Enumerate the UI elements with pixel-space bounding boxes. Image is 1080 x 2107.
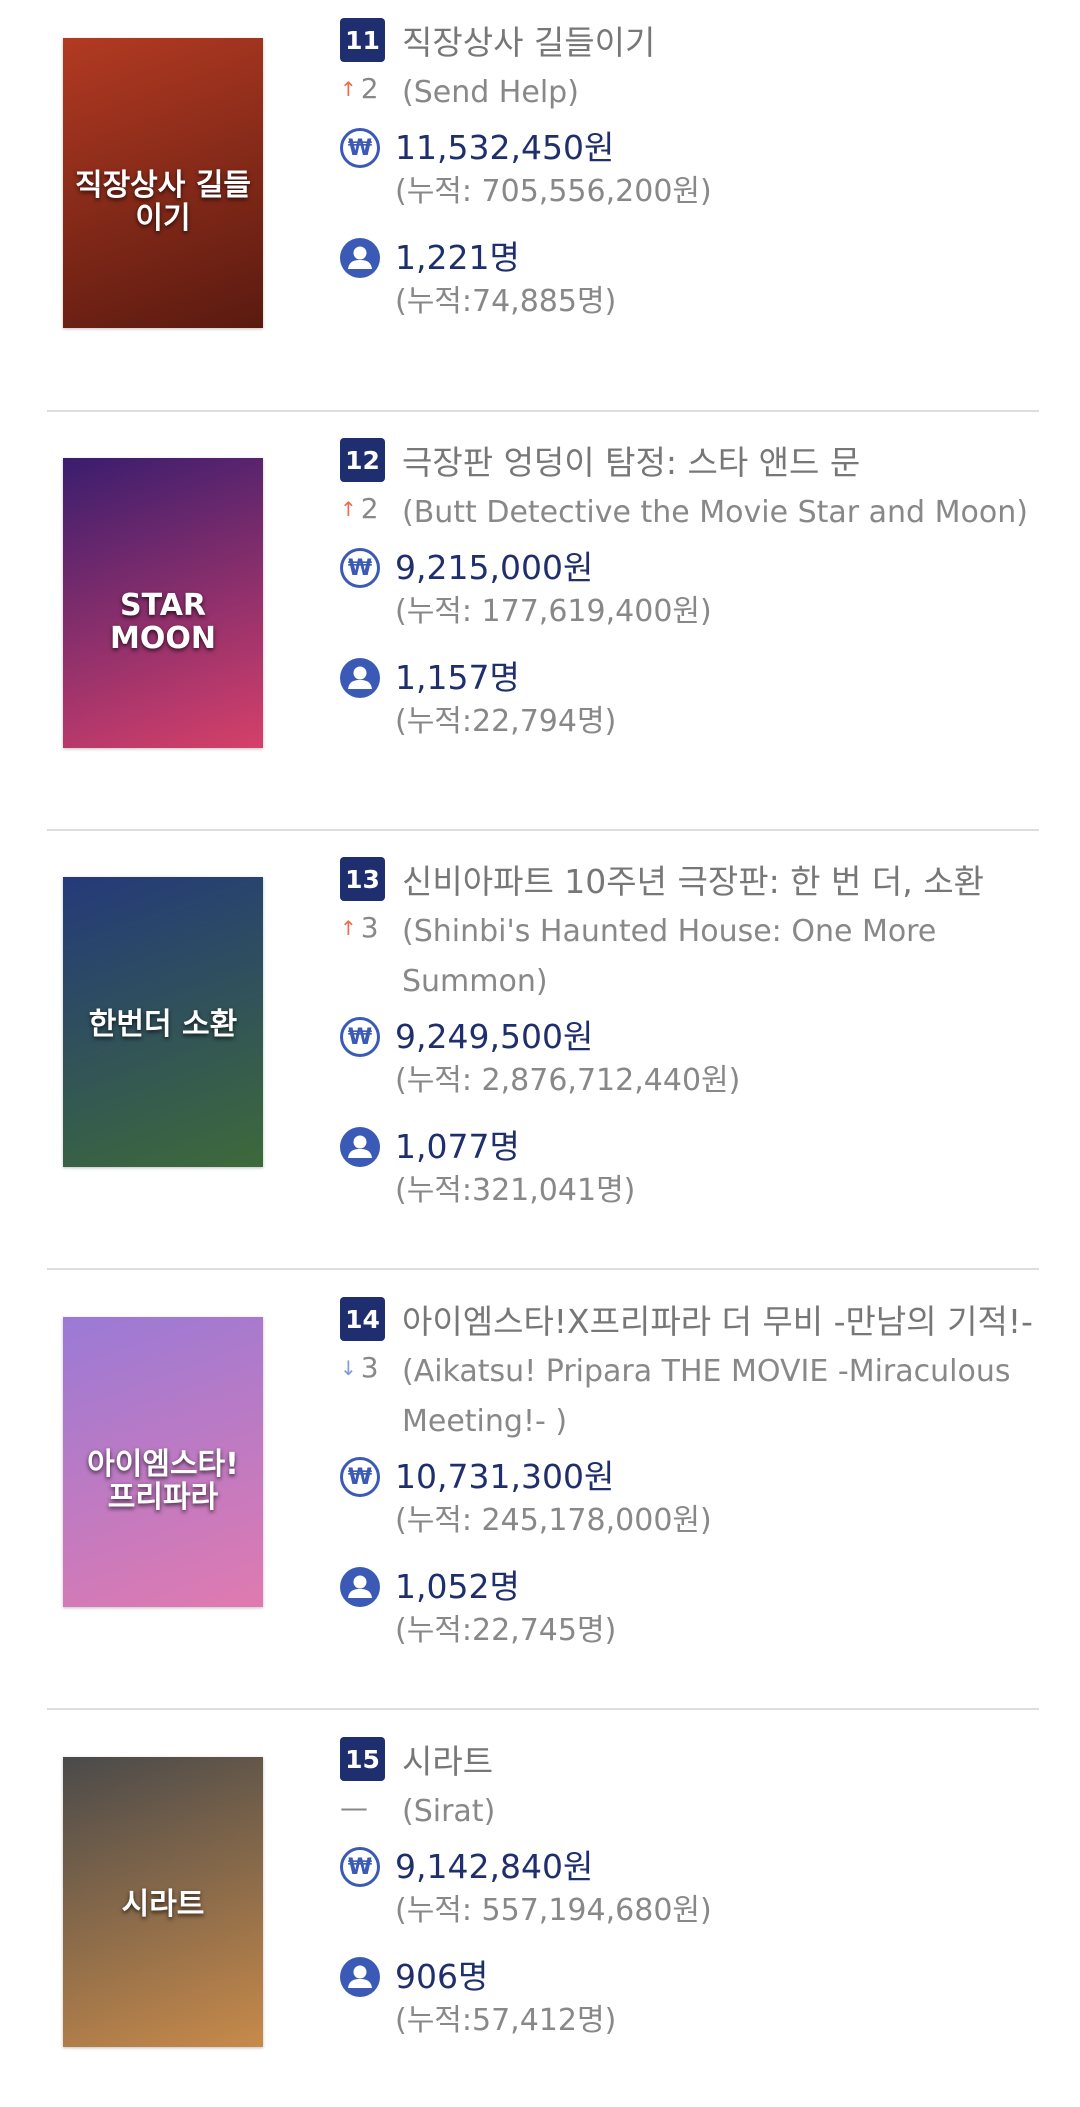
won-icon: ₩ <box>340 1457 380 1497</box>
list-divider <box>47 829 1039 831</box>
movie-poster[interactable]: 시라트 <box>63 1757 263 2047</box>
person-icon <box>340 658 380 698</box>
movie-poster[interactable]: 직장상사 길들이기 <box>63 38 263 328</box>
list-divider <box>47 1708 1039 1710</box>
rank-change-value: — <box>340 1791 368 1824</box>
rank-badge: 14 <box>340 1297 385 1341</box>
daily-audience: 1,052명 <box>395 1567 520 1606</box>
arrow-up-icon: ↑ <box>340 496 357 521</box>
person-icon <box>340 238 380 278</box>
cumulative-audience: (누적:22,745명) <box>395 1613 617 1648</box>
rank-change-value: 3 <box>360 1351 379 1384</box>
movie-title-korean[interactable]: 극장판 엉덩이 탐정: 스타 앤드 문 <box>402 438 860 482</box>
cumulative-sales: (누적: 245,178,000원) <box>395 1503 712 1538</box>
won-icon: ₩ <box>340 1847 380 1887</box>
movie-title-english: (Send Help) <box>402 75 579 110</box>
daily-sales: 9,215,000원 <box>395 548 594 587</box>
arrow-down-icon: ↓ <box>340 1355 357 1380</box>
list-divider <box>47 1268 1039 1270</box>
movie-title-english: (Sirat) <box>402 1794 496 1829</box>
cumulative-sales: (누적: 557,194,680원) <box>395 1893 712 1928</box>
cumulative-audience: (누적:321,041명) <box>395 1173 636 1208</box>
poster-title-text: 아이엠스타! 프리파라 <box>87 1446 239 1515</box>
movie-title-korean[interactable]: 신비아파트 10주년 극장판: 한 번 더, 소환 <box>402 857 984 901</box>
movie-title-english: (Shinbi's Haunted House: One More Summon… <box>402 914 937 999</box>
movie-title-korean[interactable]: 직장상사 길들이기 <box>402 18 655 62</box>
person-icon <box>340 1957 380 1997</box>
daily-audience: 1,157명 <box>395 658 520 697</box>
movie-list-item[interactable]: 직장상사 길들이기 11 직장상사 길들이기 ↑ 2 (Send Help) ₩… <box>47 18 1039 378</box>
poster-title-text: 한번더 소환 <box>88 1006 238 1042</box>
rank-change: — <box>340 1791 390 1824</box>
rank-change: ↑ 2 <box>340 72 390 105</box>
movie-poster[interactable]: STAR MOON <box>63 458 263 748</box>
movie-title-korean[interactable]: 시라트 <box>402 1737 493 1781</box>
person-icon <box>340 1127 380 1167</box>
rank-change-value: 2 <box>360 72 379 105</box>
rank-change: ↓ 3 <box>340 1351 390 1384</box>
movie-list-item[interactable]: 시라트 15 시라트 — (Sirat) ₩ 9,142,840원 (누적: 5… <box>47 1737 1039 2097</box>
poster-title-text: 시라트 <box>121 1886 205 1922</box>
rank-change-value: 3 <box>360 911 379 944</box>
movie-poster[interactable]: 한번더 소환 <box>63 877 263 1167</box>
rank-badge: 12 <box>340 438 385 482</box>
cumulative-audience: (누적:74,885명) <box>395 284 617 319</box>
cumulative-audience: (누적:22,794명) <box>395 704 617 739</box>
cumulative-sales: (누적: 705,556,200원) <box>395 174 712 209</box>
person-icon <box>340 1567 380 1607</box>
movie-list-item[interactable]: 한번더 소환 13 신비아파트 10주년 극장판: 한 번 더, 소환 ↑ 3 … <box>47 857 1039 1267</box>
daily-audience: 906명 <box>395 1957 489 1996</box>
daily-sales: 9,142,840원 <box>395 1847 594 1886</box>
cumulative-sales: (누적: 2,876,712,440원) <box>395 1063 741 1098</box>
daily-audience: 1,077명 <box>395 1127 520 1166</box>
rank-change: ↑ 3 <box>340 911 390 944</box>
movie-title-korean[interactable]: 아이엠스타!X프리파라 더 무비 -만남의 기적!- <box>402 1297 1033 1341</box>
daily-audience: 1,221명 <box>395 238 520 277</box>
rank-badge: 11 <box>340 18 385 62</box>
won-icon: ₩ <box>340 548 380 588</box>
cumulative-sales: (누적: 177,619,400원) <box>395 594 712 629</box>
won-icon: ₩ <box>340 1017 380 1057</box>
movie-list-item[interactable]: STAR MOON 12 극장판 엉덩이 탐정: 스타 앤드 문 ↑ 2 (Bu… <box>47 438 1039 798</box>
cumulative-audience: (누적:57,412명) <box>395 2003 617 2038</box>
poster-title-text: STAR MOON <box>110 587 216 656</box>
movie-poster[interactable]: 아이엠스타! 프리파라 <box>63 1317 263 1607</box>
rank-change: ↑ 2 <box>340 492 390 525</box>
arrow-up-icon: ↑ <box>340 915 357 940</box>
daily-sales: 11,532,450원 <box>395 128 615 167</box>
rank-change-value: 2 <box>360 492 379 525</box>
list-divider <box>47 410 1039 412</box>
arrow-up-icon: ↑ <box>340 76 357 101</box>
poster-title-text: 직장상사 길들이기 <box>74 167 252 236</box>
daily-sales: 9,249,500원 <box>395 1017 594 1056</box>
rank-badge: 13 <box>340 857 385 901</box>
movie-title-english: (Butt Detective the Movie Star and Moon) <box>402 495 1028 530</box>
movie-list-item[interactable]: 아이엠스타! 프리파라 14 아이엠스타!X프리파라 더 무비 -만남의 기적!… <box>47 1297 1039 1707</box>
rank-badge: 15 <box>340 1737 385 1781</box>
movie-title-english: (Aikatsu! Pripara THE MOVIE -Miraculous … <box>402 1354 1011 1439</box>
won-icon: ₩ <box>340 128 380 168</box>
daily-sales: 10,731,300원 <box>395 1457 615 1496</box>
